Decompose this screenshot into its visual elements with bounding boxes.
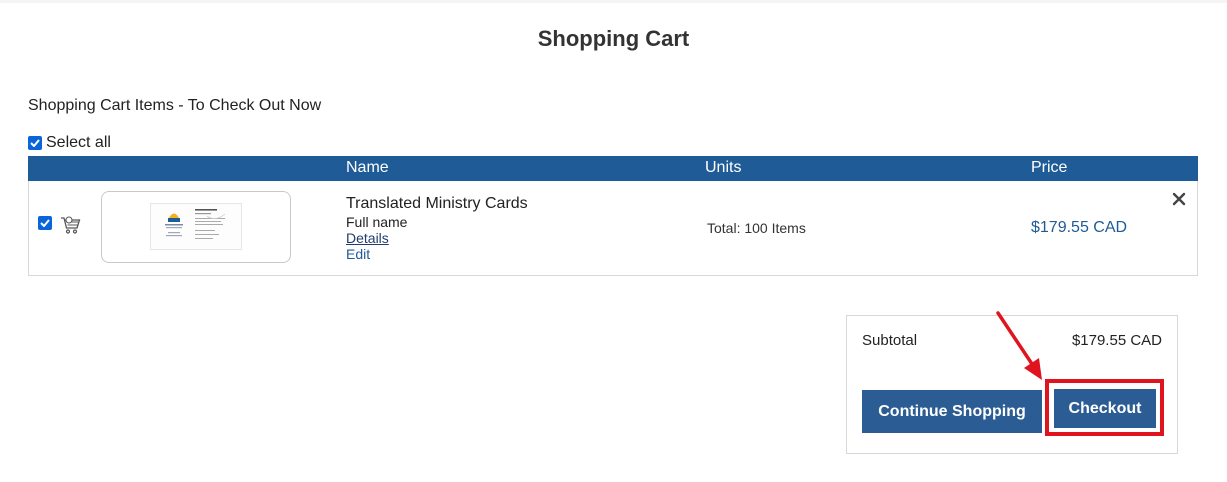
column-header-price: Price bbox=[1031, 159, 1068, 176]
select-all-control[interactable]: Select all bbox=[27, 134, 111, 152]
subtotal-value: $179.55 CAD bbox=[1071, 332, 1162, 349]
cart-item-row: Translated Ministry Cards Full name Deta… bbox=[28, 181, 1198, 276]
product-variant: Full name bbox=[346, 214, 408, 230]
top-divider bbox=[0, 0, 1227, 3]
page-title: Shopping Cart bbox=[537, 26, 690, 51]
section-heading: Shopping Cart Items - To Check Out Now bbox=[28, 97, 322, 114]
select-all-label: Select all bbox=[46, 134, 111, 151]
item-price: $179.55 CAD bbox=[1031, 219, 1128, 236]
details-link[interactable]: Details bbox=[346, 230, 389, 246]
checkout-button[interactable]: Checkout bbox=[1054, 389, 1156, 428]
select-all-checkbox[interactable] bbox=[28, 136, 42, 150]
item-checkbox[interactable] bbox=[38, 216, 52, 230]
subtotal-label: Subtotal bbox=[862, 332, 918, 349]
product-thumbnail[interactable] bbox=[101, 191, 291, 263]
continue-shopping-button[interactable]: Continue Shopping bbox=[862, 390, 1042, 433]
cart-table-header: Name Units Price bbox=[28, 156, 1198, 181]
item-units: Total: 100 Items bbox=[707, 220, 806, 236]
business-card-image bbox=[150, 203, 242, 250]
column-header-name: Name bbox=[346, 159, 389, 176]
edit-link[interactable]: Edit bbox=[346, 246, 370, 262]
column-header-units: Units bbox=[705, 159, 742, 176]
product-name: Translated Ministry Cards bbox=[346, 195, 528, 212]
cart-icon bbox=[60, 214, 82, 241]
red-arrow-icon bbox=[996, 311, 1042, 380]
close-icon[interactable] bbox=[1172, 192, 1186, 211]
